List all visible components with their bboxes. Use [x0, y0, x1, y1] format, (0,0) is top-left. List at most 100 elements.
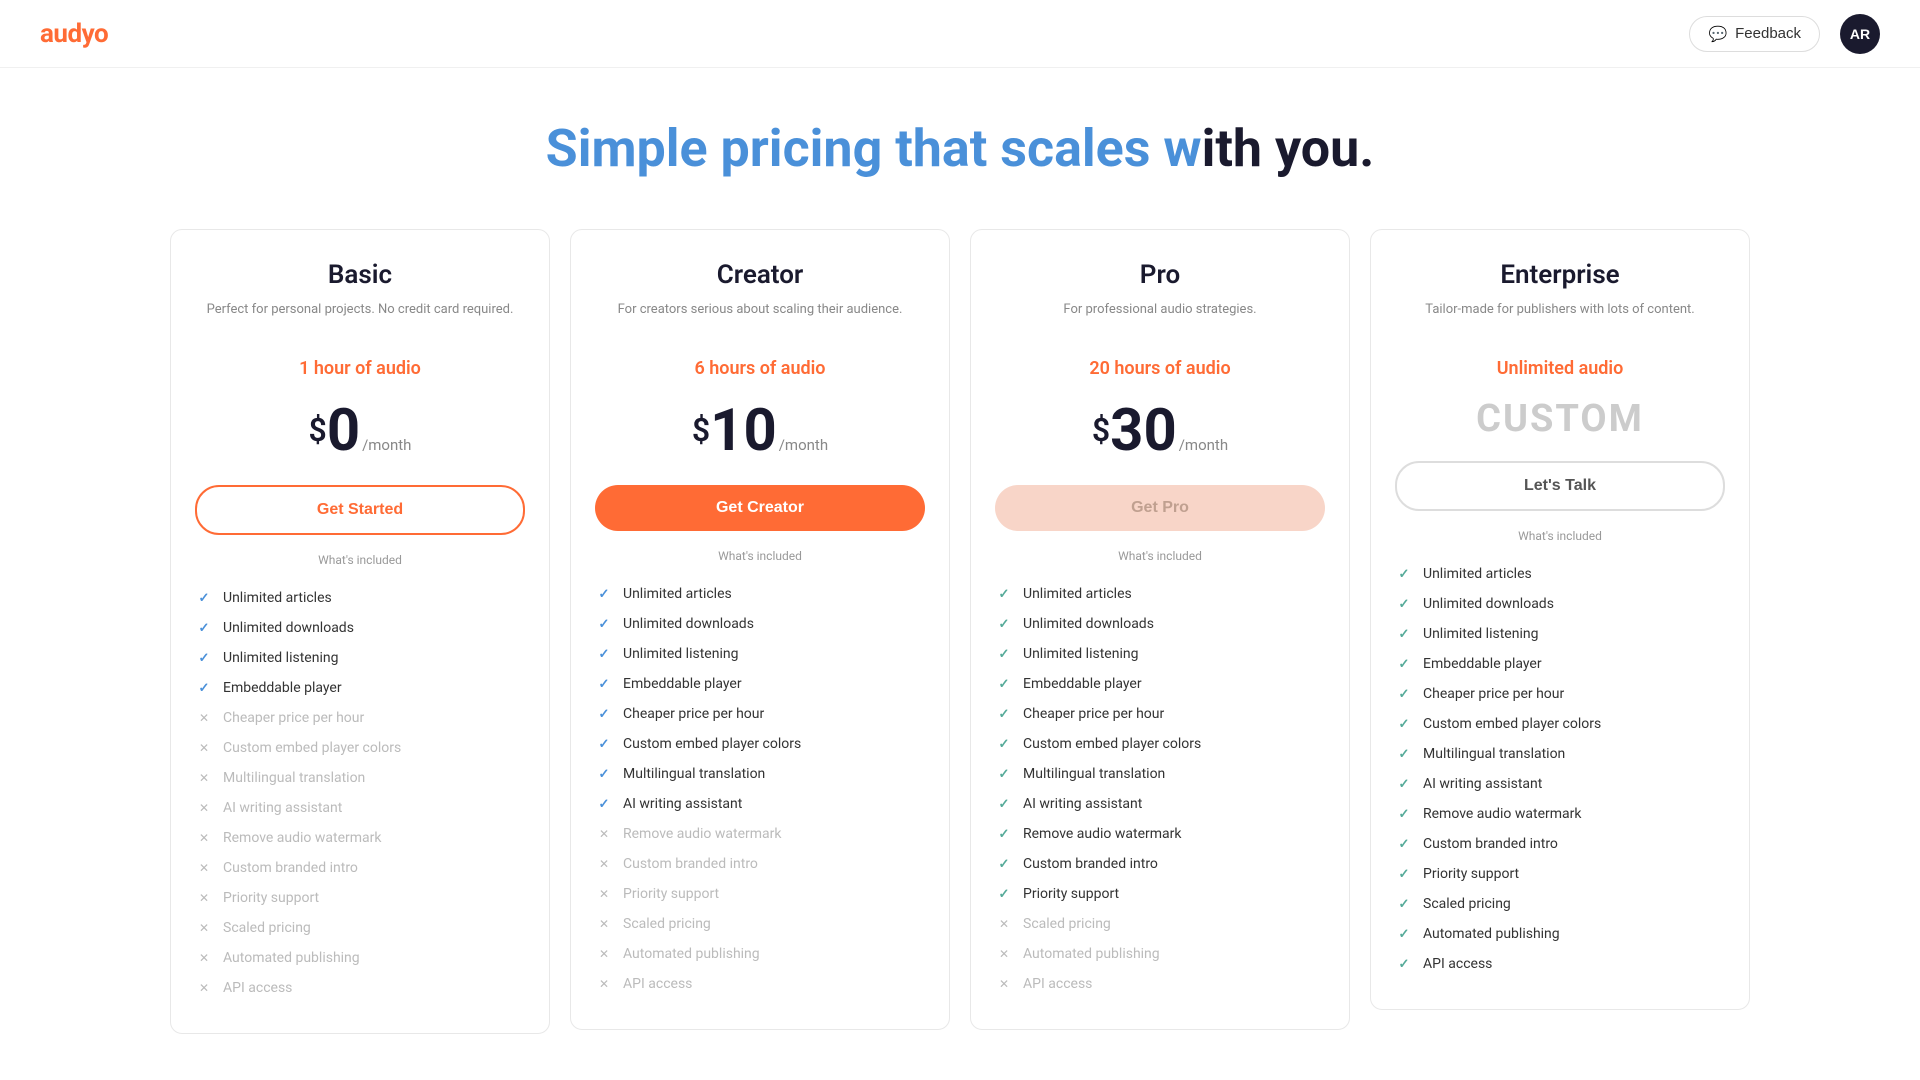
- feature-label: Priority support: [1423, 866, 1519, 882]
- feature-label: Cheaper price per hour: [223, 710, 364, 726]
- audio-amount-creator: 6 hours of audio: [595, 358, 925, 379]
- price-period-basic: /month: [362, 436, 411, 454]
- price-row-enterprise: CUSTOM: [1395, 397, 1725, 441]
- feature-cross-icon: ✕: [995, 915, 1013, 933]
- whats-included-label-basic: What's included: [195, 553, 525, 567]
- plan-btn-enterprise[interactable]: Let's Talk: [1395, 461, 1725, 511]
- feature-label: Unlimited listening: [1423, 626, 1538, 642]
- plan-btn-basic[interactable]: Get Started: [195, 485, 525, 535]
- feature-item: ✓ Embeddable player: [995, 669, 1325, 699]
- feature-label: Automated publishing: [623, 946, 760, 962]
- feature-check-icon: ✓: [995, 585, 1013, 603]
- feature-item: ✓ Cheaper price per hour: [595, 699, 925, 729]
- feature-item: ✕ AI writing assistant: [195, 793, 525, 823]
- feature-check-icon: ✓: [1395, 685, 1413, 703]
- pricing-container: Basic Perfect for personal projects. No …: [0, 209, 1920, 1054]
- feature-item: ✕ Priority support: [595, 879, 925, 909]
- feature-label: Automated publishing: [1023, 946, 1160, 962]
- feature-item: ✓ Unlimited articles: [195, 583, 525, 613]
- hero-title-highlight: Simple pricing that scales w: [546, 118, 1202, 179]
- feature-check-icon: ✓: [595, 645, 613, 663]
- feature-label: API access: [223, 980, 292, 996]
- feature-label: Unlimited listening: [1023, 646, 1138, 662]
- feature-check-icon: ✓: [1395, 745, 1413, 763]
- feature-check-icon: ✓: [995, 885, 1013, 903]
- price-row-creator: $10/month: [595, 397, 925, 465]
- feature-cross-icon: ✕: [195, 889, 213, 907]
- plan-name-creator: Creator: [595, 260, 925, 290]
- feature-label: Multilingual translation: [1023, 766, 1165, 782]
- feedback-button[interactable]: 💬 Feedback: [1689, 16, 1820, 52]
- feature-cross-icon: ✕: [195, 949, 213, 967]
- feature-cross-icon: ✕: [595, 855, 613, 873]
- feature-item: ✓ API access: [1395, 949, 1725, 979]
- feature-label: Multilingual translation: [1423, 746, 1565, 762]
- plan-btn-creator[interactable]: Get Creator: [595, 485, 925, 531]
- feature-item: ✕ Automated publishing: [195, 943, 525, 973]
- feature-item: ✓ Multilingual translation: [1395, 739, 1725, 769]
- feature-check-icon: ✓: [195, 619, 213, 637]
- feature-check-icon: ✓: [1395, 625, 1413, 643]
- feature-check-icon: ✓: [595, 795, 613, 813]
- feature-label: AI writing assistant: [223, 800, 342, 816]
- feature-item: ✓ Unlimited listening: [195, 643, 525, 673]
- plan-card-enterprise: Enterprise Tailor-made for publishers wi…: [1370, 229, 1750, 1010]
- feature-label: Priority support: [623, 886, 719, 902]
- feature-check-icon: ✓: [995, 855, 1013, 873]
- plan-desc-creator: For creators serious about scaling their…: [595, 300, 925, 338]
- feature-check-icon: ✓: [1395, 715, 1413, 733]
- feature-item: ✕ API access: [595, 969, 925, 999]
- feature-check-icon: ✓: [595, 615, 613, 633]
- feature-check-icon: ✓: [995, 825, 1013, 843]
- feature-label: AI writing assistant: [1023, 796, 1142, 812]
- feature-item: ✓ Unlimited downloads: [995, 609, 1325, 639]
- price-currency-creator: $: [692, 411, 710, 449]
- feature-label: Embeddable player: [223, 680, 342, 696]
- feature-list-enterprise: ✓ Unlimited articles ✓ Unlimited downloa…: [1395, 559, 1725, 979]
- feature-item: ✕ Custom branded intro: [195, 853, 525, 883]
- feature-label: Priority support: [223, 890, 319, 906]
- feature-item: ✓ Automated publishing: [1395, 919, 1725, 949]
- feature-item: ✕ Automated publishing: [595, 939, 925, 969]
- feature-label: Custom branded intro: [1023, 856, 1158, 872]
- feature-label: Embeddable player: [623, 676, 742, 692]
- feature-label: API access: [623, 976, 692, 992]
- feature-check-icon: ✓: [995, 795, 1013, 813]
- feature-check-icon: ✓: [1395, 955, 1413, 973]
- feature-cross-icon: ✕: [995, 945, 1013, 963]
- feature-cross-icon: ✕: [195, 859, 213, 877]
- feature-item: ✓ Embeddable player: [595, 669, 925, 699]
- feature-item: ✓ Priority support: [995, 879, 1325, 909]
- feature-check-icon: ✓: [995, 705, 1013, 723]
- feature-item: ✕ Cheaper price per hour: [195, 703, 525, 733]
- feature-check-icon: ✓: [1395, 865, 1413, 883]
- feature-label: API access: [1023, 976, 1092, 992]
- feature-item: ✓ Multilingual translation: [995, 759, 1325, 789]
- feature-label: Custom embed player colors: [623, 736, 801, 752]
- feature-item: ✕ API access: [195, 973, 525, 1003]
- feature-label: AI writing assistant: [1423, 776, 1542, 792]
- feature-item: ✕ Remove audio watermark: [195, 823, 525, 853]
- avatar-label: AR: [1850, 26, 1870, 42]
- plan-btn-pro[interactable]: Get Pro: [995, 485, 1325, 531]
- feature-label: Custom embed player colors: [1023, 736, 1201, 752]
- header: audyo 💬 Feedback AR: [0, 0, 1920, 68]
- feature-item: ✓ Unlimited articles: [595, 579, 925, 609]
- whats-included-label-enterprise: What's included: [1395, 529, 1725, 543]
- avatar-button[interactable]: AR: [1840, 14, 1880, 54]
- feature-item: ✓ Custom embed player colors: [995, 729, 1325, 759]
- feature-label: Automated publishing: [1423, 926, 1560, 942]
- feature-check-icon: ✓: [995, 675, 1013, 693]
- feature-label: Multilingual translation: [623, 766, 765, 782]
- feature-list-creator: ✓ Unlimited articles ✓ Unlimited downloa…: [595, 579, 925, 999]
- feedback-icon: 💬: [1708, 25, 1727, 43]
- feature-label: Scaled pricing: [223, 920, 311, 936]
- feature-check-icon: ✓: [1395, 565, 1413, 583]
- price-custom-enterprise: CUSTOM: [1476, 397, 1644, 441]
- hero-title-plain: ith you.: [1202, 118, 1375, 179]
- price-period-pro: /month: [1179, 436, 1228, 454]
- price-period-creator: /month: [779, 436, 828, 454]
- audio-amount-pro: 20 hours of audio: [995, 358, 1325, 379]
- feature-check-icon: ✓: [595, 585, 613, 603]
- feature-cross-icon: ✕: [995, 975, 1013, 993]
